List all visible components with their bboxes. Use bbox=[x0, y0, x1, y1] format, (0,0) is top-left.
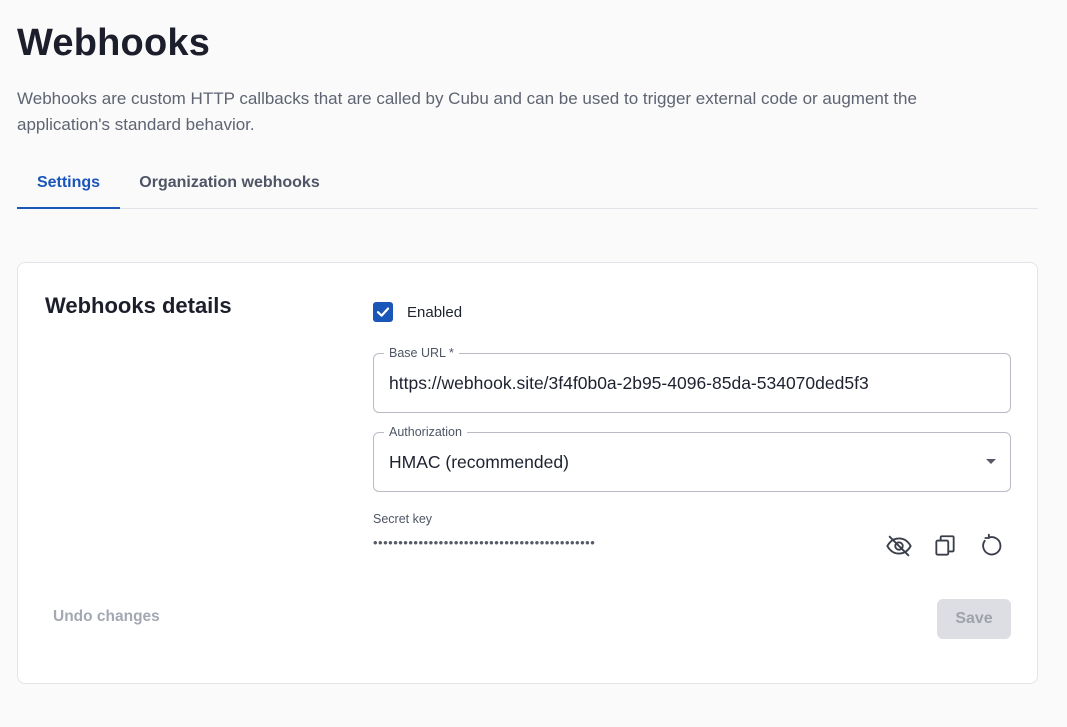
card-title: Webhooks details bbox=[45, 293, 232, 318]
copy-icon[interactable] bbox=[930, 531, 960, 561]
secret-key-value: ••••••••••••••••••••••••••••••••••••••••… bbox=[373, 535, 596, 550]
authorization-select[interactable]: Authorization HMAC (recommended) bbox=[373, 424, 1011, 492]
base-url-label: Base URL * bbox=[384, 345, 459, 361]
webhooks-page: Webhooks Webhooks are custom HTTP callba… bbox=[0, 0, 1067, 727]
tab-settings[interactable]: Settings bbox=[17, 158, 120, 209]
authorization-value: HMAC (recommended) bbox=[389, 452, 569, 472]
secret-key-label: Secret key bbox=[373, 512, 433, 526]
base-url-field[interactable]: Base URL * https://webhook.site/3f4f0b0a… bbox=[373, 345, 1011, 413]
tab-bar: Settings Organization webhooks bbox=[17, 158, 1038, 209]
enabled-checkbox-row[interactable]: Enabled bbox=[373, 302, 462, 322]
base-url-input[interactable]: https://webhook.site/3f4f0b0a-2b95-4096-… bbox=[389, 373, 869, 394]
enabled-label: Enabled bbox=[407, 303, 463, 321]
page-description: Webhooks are custom HTTP callbacks that … bbox=[17, 89, 917, 134]
webhooks-details-card: Webhooks details Enabled Base URL * http… bbox=[17, 262, 1038, 684]
enabled-checkbox[interactable] bbox=[373, 302, 393, 322]
undo-changes-button[interactable]: Undo changes bbox=[53, 608, 160, 626]
page-title: Webhooks bbox=[17, 22, 211, 64]
tab-organization-webhooks[interactable]: Organization webhooks bbox=[127, 158, 332, 208]
save-button[interactable]: Save bbox=[937, 599, 1011, 639]
eye-off-icon[interactable] bbox=[884, 531, 914, 561]
authorization-label: Authorization bbox=[384, 424, 467, 440]
refresh-icon[interactable] bbox=[976, 531, 1006, 561]
checkmark-icon bbox=[376, 307, 390, 317]
caret-down-icon[interactable] bbox=[986, 459, 996, 464]
